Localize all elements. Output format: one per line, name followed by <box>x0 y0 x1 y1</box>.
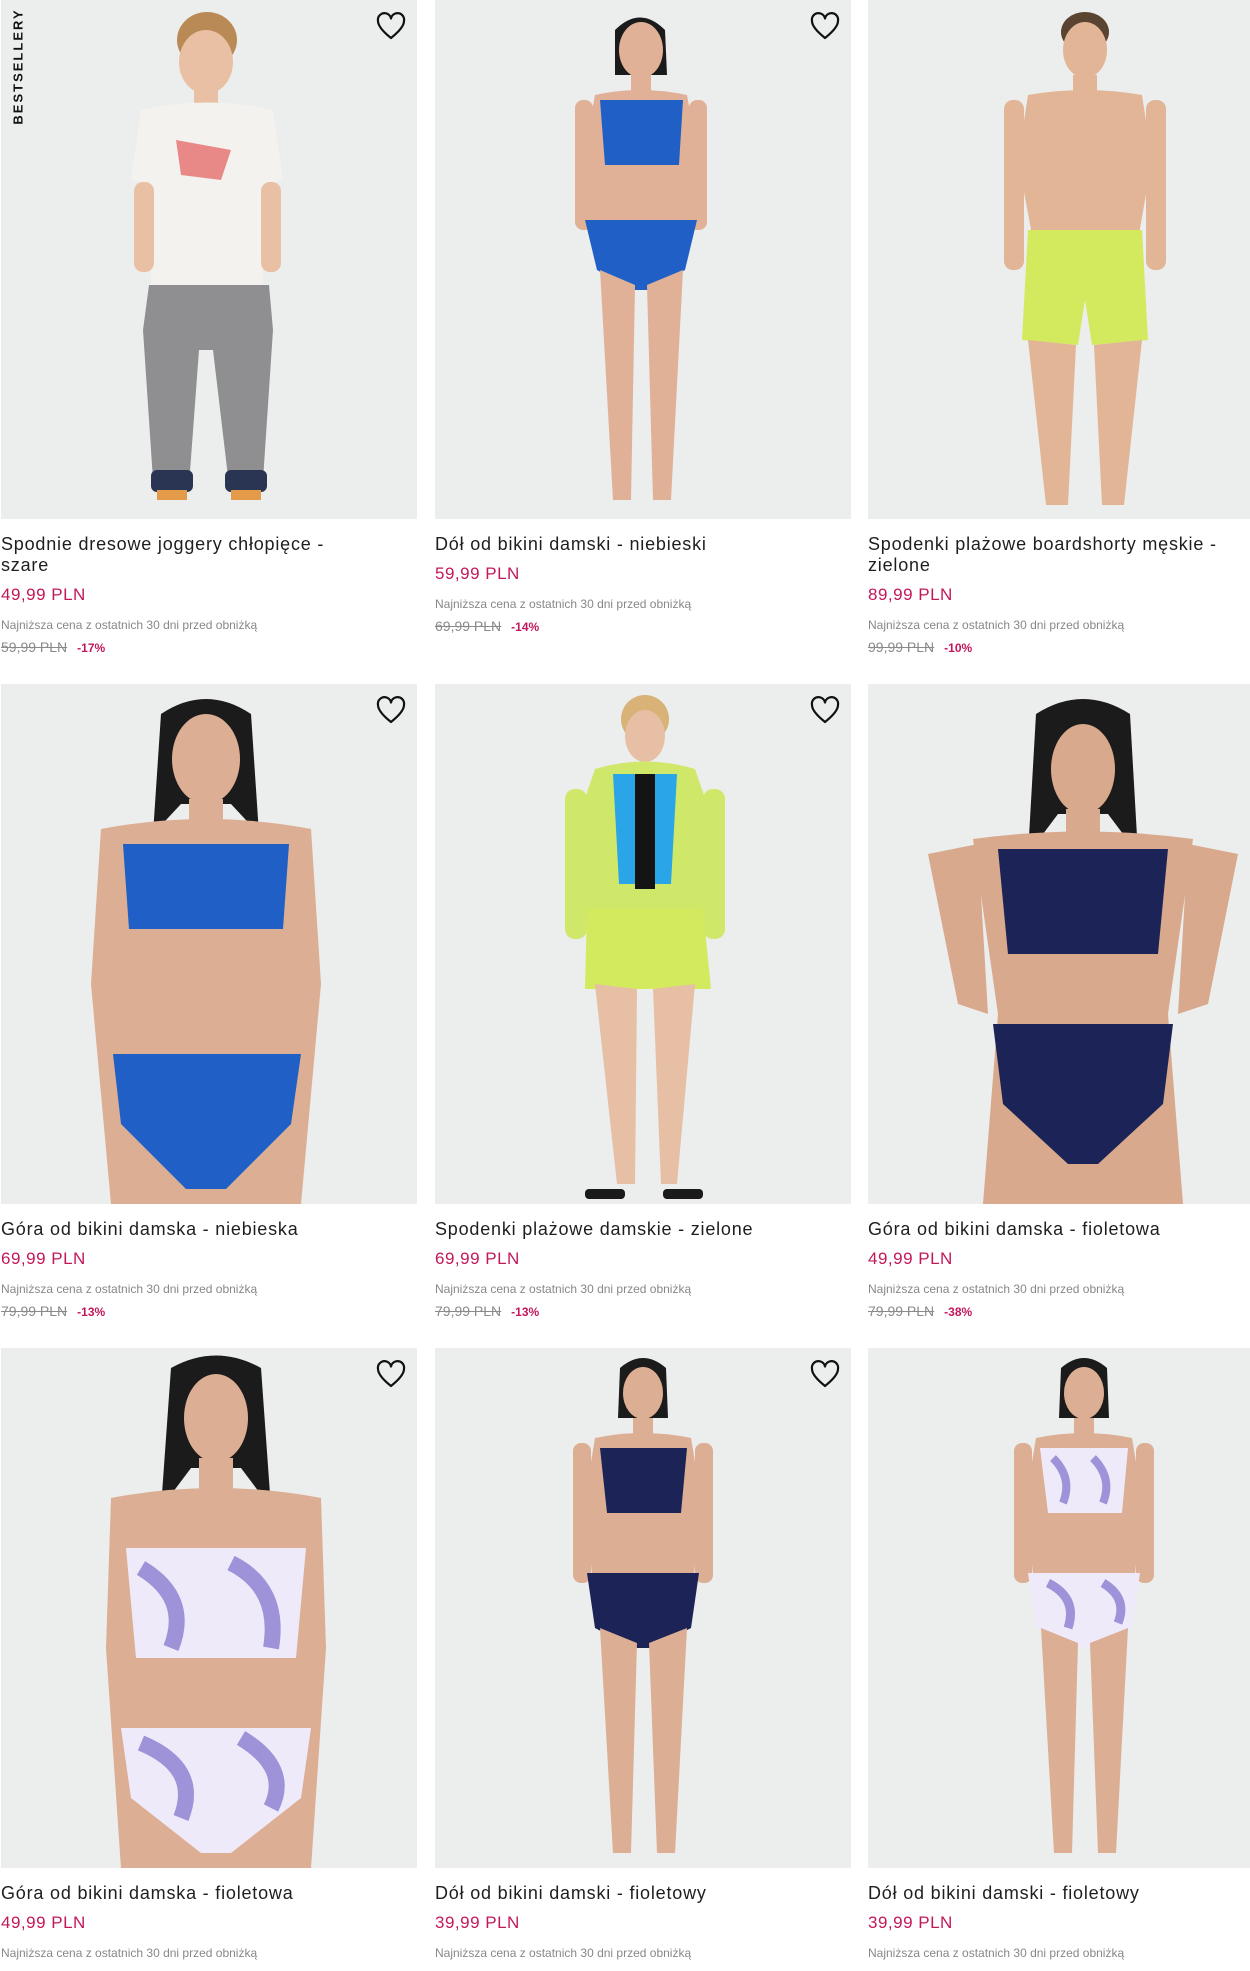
wishlist-button[interactable] <box>807 693 843 729</box>
old-price-row: 79,99 PLN -38% <box>868 1303 1250 1320</box>
old-price: 69,99 PLN <box>435 618 502 634</box>
bestseller-label: BESTSELLERY <box>10 7 26 125</box>
product-image[interactable] <box>868 0 1250 519</box>
product-image[interactable] <box>435 0 851 519</box>
product-photo-boy-joggers <box>131 12 283 500</box>
product-grid: BESTSELLERY Spodnie dresowe joggery chło… <box>0 0 1250 1971</box>
lowest-price-note: Najniższa cena z ostatnich 30 dni przed … <box>868 1946 1125 1960</box>
old-price-row: 59,99 PLN -17% <box>1 639 417 656</box>
old-price: 99,99 PLN <box>868 639 935 655</box>
product-name[interactable]: Góra od bikini damska - niebieska <box>1 1219 371 1240</box>
product-price: 39,99 PLN <box>868 1913 953 1932</box>
product-info: Spodnie dresowe joggery chłopięce - szar… <box>1 534 417 656</box>
wishlist-button[interactable] <box>373 693 409 729</box>
old-price: 79,99 PLN <box>1 1303 68 1319</box>
product-info: Dół od bikini damski - fioletowy 39,99 P… <box>868 1883 1250 1960</box>
old-price: 79,99 PLN <box>435 1303 502 1319</box>
product-image[interactable] <box>435 684 851 1204</box>
wishlist-button[interactable] <box>373 1357 409 1393</box>
product-info: Dół od bikini damski - fioletowy 39,99 P… <box>435 1883 851 1960</box>
lowest-price-note: Najniższa cena z ostatnich 30 dni przed … <box>435 597 692 611</box>
product-price: 89,99 PLN <box>868 585 953 604</box>
heart-outline-icon <box>810 696 840 724</box>
lowest-price-note: Najniższa cena z ostatnich 30 dni przed … <box>868 618 1125 632</box>
old-price-row: 79,99 PLN -13% <box>435 1303 851 1320</box>
heart-outline-icon <box>376 696 406 724</box>
heart-outline-icon <box>376 1360 406 1388</box>
discount-badge: -14% <box>511 620 540 634</box>
wishlist-button[interactable] <box>373 9 409 45</box>
discount-badge: -10% <box>944 641 973 655</box>
product-photo-lilac-bikini-bottom <box>1014 1358 1154 1853</box>
product-price: 49,99 PLN <box>1 1913 86 1932</box>
lowest-price-note: Najniższa cena z ostatnich 30 dni przed … <box>1 618 258 632</box>
product-price: 39,99 PLN <box>435 1913 520 1932</box>
wishlist-button[interactable] <box>807 1357 843 1393</box>
lowest-price-note: Najniższa cena z ostatnich 30 dni przed … <box>435 1282 692 1296</box>
bestseller-badge: BESTSELLERY <box>7 6 29 126</box>
product-info: Spodenki plażowe boardshorty męskie - zi… <box>868 534 1250 656</box>
product-name[interactable]: Spodnie dresowe joggery chłopięce - szar… <box>1 534 371 576</box>
old-price: 59,99 PLN <box>1 639 68 655</box>
discount-badge: -13% <box>77 1305 106 1319</box>
product-price: 69,99 PLN <box>435 1249 520 1268</box>
product-info: Góra od bikini damska - fioletowa 49,99 … <box>868 1219 1250 1320</box>
lowest-price-note: Najniższa cena z ostatnich 30 dni przed … <box>435 1946 692 1960</box>
product-info: Spodenki plażowe damskie - zielone 69,99… <box>435 1219 851 1320</box>
product-price: 49,99 PLN <box>868 1249 953 1268</box>
old-price-row: 69,99 PLN -14% <box>435 618 851 635</box>
product-name[interactable]: Dół od bikini damski - fioletowy <box>435 1883 805 1904</box>
product-image[interactable]: BESTSELLERY <box>1 0 417 519</box>
product-image[interactable] <box>435 1348 851 1868</box>
discount-badge: -17% <box>77 641 106 655</box>
product-info: Dół od bikini damski - niebieski 59,99 P… <box>435 534 851 635</box>
product-price: 69,99 PLN <box>1 1249 86 1268</box>
product-price: 49,99 PLN <box>1 585 86 604</box>
product-image[interactable] <box>868 684 1250 1204</box>
old-price: 79,99 PLN <box>868 1303 935 1319</box>
product-photo-lilac-bikini-top <box>106 1355 326 1868</box>
heart-outline-icon <box>376 12 406 40</box>
product-photo-blue-bikini-top <box>91 699 321 1204</box>
product-info: Góra od bikini damska - niebieska 69,99 … <box>1 1219 417 1320</box>
product-photo-green-beach-shorts <box>565 695 725 1199</box>
product-photo-green-boardshorts <box>1004 12 1166 505</box>
product-name[interactable]: Góra od bikini damska - fioletowa <box>868 1219 1238 1240</box>
product-price: 59,99 PLN <box>435 564 520 583</box>
product-photo-navy-bikini-top <box>928 699 1238 1204</box>
product-photo-blue-bikini-bottom <box>575 17 707 500</box>
discount-badge: -13% <box>511 1305 540 1319</box>
product-name[interactable]: Dół od bikini damski - fioletowy <box>868 1883 1238 1904</box>
product-image[interactable] <box>1 684 417 1204</box>
wishlist-button[interactable] <box>807 9 843 45</box>
old-price-row: 79,99 PLN -13% <box>1 1303 417 1320</box>
lowest-price-note: Najniższa cena z ostatnich 30 dni przed … <box>1 1946 258 1960</box>
heart-outline-icon <box>810 12 840 40</box>
product-image[interactable] <box>1 1348 417 1868</box>
lowest-price-note: Najniższa cena z ostatnich 30 dni przed … <box>1 1282 258 1296</box>
product-name[interactable]: Dół od bikini damski - niebieski <box>435 534 805 555</box>
product-photo-navy-bikini-bottom <box>573 1358 713 1853</box>
heart-outline-icon <box>810 1360 840 1388</box>
discount-badge: -38% <box>944 1305 973 1319</box>
product-name[interactable]: Spodenki plażowe boardshorty męskie - zi… <box>868 534 1238 576</box>
lowest-price-note: Najniższa cena z ostatnich 30 dni przed … <box>868 1282 1125 1296</box>
product-name[interactable]: Spodenki plażowe damskie - zielone <box>435 1219 805 1240</box>
old-price-row: 99,99 PLN -10% <box>868 639 1250 656</box>
product-image[interactable] <box>868 1348 1250 1868</box>
product-info: Góra od bikini damska - fioletowa 49,99 … <box>1 1883 417 1960</box>
product-name[interactable]: Góra od bikini damska - fioletowa <box>1 1883 371 1904</box>
